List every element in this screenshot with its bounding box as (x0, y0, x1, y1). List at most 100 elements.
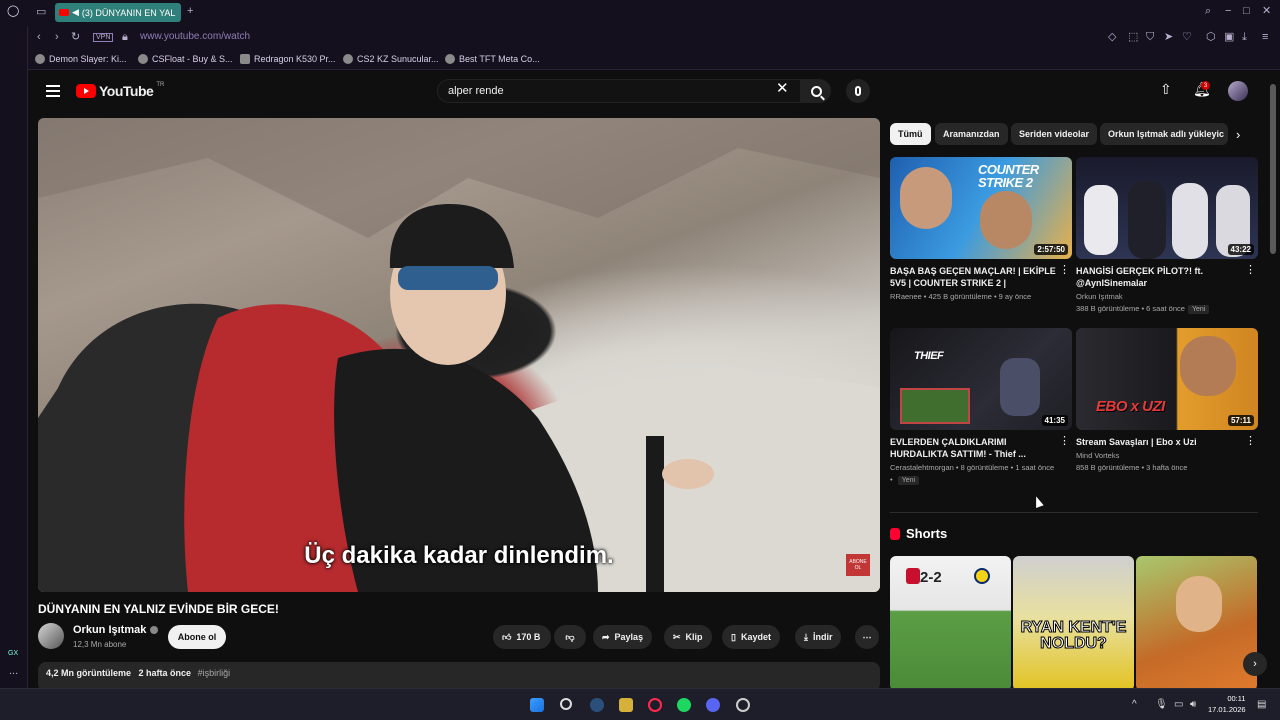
windows-start-icon[interactable] (530, 698, 544, 712)
short-card[interactable]: RYAN KENT'E NOLDU? (1013, 556, 1134, 688)
like-button[interactable]: 👍︎ 170 B (493, 625, 551, 649)
vpn-badge[interactable]: VPN (93, 33, 114, 42)
short-card[interactable] (1136, 556, 1257, 688)
chip-all[interactable]: Tümü (890, 123, 931, 145)
close-window-icon[interactable]: ✕ (1262, 6, 1271, 17)
download-icon: ⤓ (804, 631, 808, 642)
steam-icon[interactable] (590, 698, 604, 712)
recommendation-card[interactable]: THIEF 41:35 EVLERDEN ÇALDIKLARIMI HURDAL… (890, 328, 1072, 486)
voice-search-button[interactable] (846, 79, 870, 103)
gx-label[interactable]: GX (8, 650, 18, 657)
volume-icon[interactable]: 🔊︎ (1190, 699, 1196, 710)
more-options-icon[interactable]: ⋮ (1245, 436, 1256, 447)
more-actions-button[interactable]: ⋯ (855, 625, 879, 649)
forward-icon[interactable]: › (55, 32, 59, 43)
easy-setup-icon[interactable]: ≡ (1262, 32, 1268, 43)
speaker-icon[interactable]: ◀ (72, 7, 79, 18)
address-bar: ‹ › ↻ VPN 🔒︎ www.youtube.com/watch ◇ ⬚ ⛉… (28, 26, 1280, 50)
video-subtitle: Üç dakika kadar dinlendim. (304, 542, 614, 569)
lock-icon[interactable]: 🔒︎ (122, 32, 128, 43)
send-icon[interactable]: ➤ (1164, 32, 1173, 43)
video-player[interactable]: Üç dakika kadar dinlendim. ABONE OL (38, 118, 880, 592)
search-tabs-icon[interactable]: ⌕ (1205, 6, 1211, 17)
rec-title[interactable]: BAŞA BAŞ GEÇEN MAÇLAR! | EKİPLE 5V5 | CO… (890, 265, 1060, 289)
rec-title[interactable]: EVLERDEN ÇALDIKLARIMI HURDALIKTA SATTIM!… (890, 436, 1060, 460)
microphone-tray-icon[interactable]: 🎙︎ (1155, 699, 1168, 710)
rec-title[interactable]: HANGİSİ GERÇEK PİLOT?! ft. @AynISinemala… (1076, 265, 1246, 289)
clear-search-icon[interactable]: ✕ (776, 81, 789, 96)
tab-menu-icon[interactable]: ▭ (36, 7, 46, 18)
recommendation-card[interactable]: COUNTER STRIKE 2 2:57:50 BAŞA BAŞ GEÇEN … (890, 157, 1072, 301)
thumbnail[interactable]: EBO x UZI 57:11 (1076, 328, 1258, 430)
bookmark-item[interactable]: CS2 KZ Sunucular... (343, 54, 439, 64)
opera-logo-icon[interactable]: ◯ (7, 6, 19, 17)
youtube-logo[interactable]: YouTube TR (76, 82, 164, 99)
more-options-icon[interactable]: ⋮ (1059, 265, 1070, 276)
download-button[interactable]: ⤓ İndir (795, 625, 842, 649)
channel-name[interactable]: Orkun Işıtmak (73, 624, 159, 636)
save-button[interactable]: ▯ Kaydet (722, 625, 780, 649)
bookmark-item[interactable]: Demon Slayer: Ki... (35, 54, 127, 64)
wallet-icon[interactable]: ▣ (1224, 32, 1234, 43)
thumbnail[interactable]: 43:22 (1076, 157, 1258, 259)
new-tab-icon[interactable]: + (187, 6, 193, 17)
search-button[interactable] (801, 79, 831, 103)
search-icon[interactable] (560, 698, 572, 710)
recommendation-card[interactable]: EBO x UZI 57:11 Stream Savaşları | Ebo x… (1076, 328, 1258, 472)
network-icon[interactable]: ▭ (1174, 699, 1183, 710)
subscribe-button[interactable]: Abone ol (168, 625, 226, 649)
snapshot-icon[interactable]: ⬚ (1128, 32, 1138, 43)
short-card[interactable]: 2-2 (890, 556, 1011, 688)
more-options-icon[interactable]: ⋮ (1059, 436, 1070, 447)
maximize-icon[interactable]: □ (1243, 6, 1250, 17)
bookmark-item[interactable]: Best TFT Meta Co... (445, 54, 540, 64)
subscribe-watermark[interactable]: ABONE OL (846, 554, 870, 576)
page-scrollbar[interactable] (1270, 84, 1276, 254)
file-explorer-icon[interactable] (619, 698, 633, 712)
dislike-button[interactable]: 👎︎ (554, 625, 586, 649)
description-box[interactable]: 4,2 Mn görüntüleme 2 hafta önce #işbirli… (38, 662, 880, 688)
app-icon[interactable] (736, 698, 750, 712)
back-icon[interactable]: ‹ (37, 32, 41, 43)
url-field[interactable]: www.youtube.com/watch (140, 31, 250, 42)
system-clock[interactable]: 00:11 17.01.2026 (1208, 694, 1246, 715)
recommendation-card[interactable]: 43:22 HANGİSİ GERÇEK PİLOT?! ft. @AynISi… (1076, 157, 1258, 315)
spotify-icon[interactable] (677, 698, 691, 712)
share-button[interactable]: ➦ Paylaş (593, 625, 653, 649)
notification-center-icon[interactable]: ▤ (1257, 699, 1266, 710)
short-text: RYAN KENT'E NOLDU? (1020, 619, 1127, 652)
shorts-next-button[interactable]: › (1243, 652, 1267, 676)
rec-meta: 858 B görüntüleme • 3 hafta önce (1076, 463, 1188, 473)
chip-series[interactable]: Seriden videolar (1011, 123, 1098, 145)
clip-button[interactable]: ✂ Klip (664, 625, 712, 649)
extensions-icon[interactable]: ⬡ (1206, 32, 1216, 43)
download-icon[interactable]: ⤓ (1242, 32, 1247, 43)
extension-icon[interactable]: ◇ (1108, 32, 1116, 43)
sidebar-more-icon[interactable]: ... (9, 666, 18, 677)
reload-icon[interactable]: ↻ (71, 32, 80, 43)
chip-uploader[interactable]: Orkun Işıtmak adlı yükleyic (1100, 123, 1228, 145)
chevron-right-icon[interactable]: › (1236, 127, 1240, 142)
bookmark-item[interactable]: CSFloat - Buy & S... (138, 54, 233, 64)
more-options-icon[interactable]: ⋮ (1245, 265, 1256, 276)
thumbnail-face (1176, 576, 1222, 632)
channel-avatar[interactable] (38, 623, 64, 649)
upload-icon[interactable]: ⇧ (1160, 82, 1172, 96)
active-tab[interactable]: ◀ (3) DÜNYANIN EN YAL (55, 3, 181, 22)
chip-from-search[interactable]: Aramanızdan (935, 123, 1008, 145)
thumbnail[interactable]: COUNTER STRIKE 2 2:57:50 (890, 157, 1072, 259)
tray-chevron-icon[interactable]: ^ (1132, 699, 1137, 710)
shield-icon[interactable]: ⛉ (1146, 32, 1154, 43)
opera-gx-icon[interactable] (648, 698, 662, 712)
avatar[interactable] (1228, 81, 1248, 101)
search-input[interactable] (448, 85, 768, 97)
minimize-icon[interactable]: − (1225, 6, 1231, 17)
heart-icon[interactable]: ♡ (1182, 32, 1192, 43)
rec-title[interactable]: Stream Savaşları | Ebo x Uzi (1076, 436, 1246, 448)
hamburger-menu-icon[interactable] (46, 85, 60, 97)
bookmark-item[interactable]: Redragon K530 Pr... (240, 54, 336, 64)
mic-icon (855, 86, 861, 96)
browser-tab-bar: ◯ ▭ ◀ (3) DÜNYANIN EN YAL + ⌕ − □ ✕ (0, 0, 1280, 26)
thumbnail[interactable]: THIEF 41:35 (890, 328, 1072, 430)
discord-icon[interactable] (706, 698, 720, 712)
